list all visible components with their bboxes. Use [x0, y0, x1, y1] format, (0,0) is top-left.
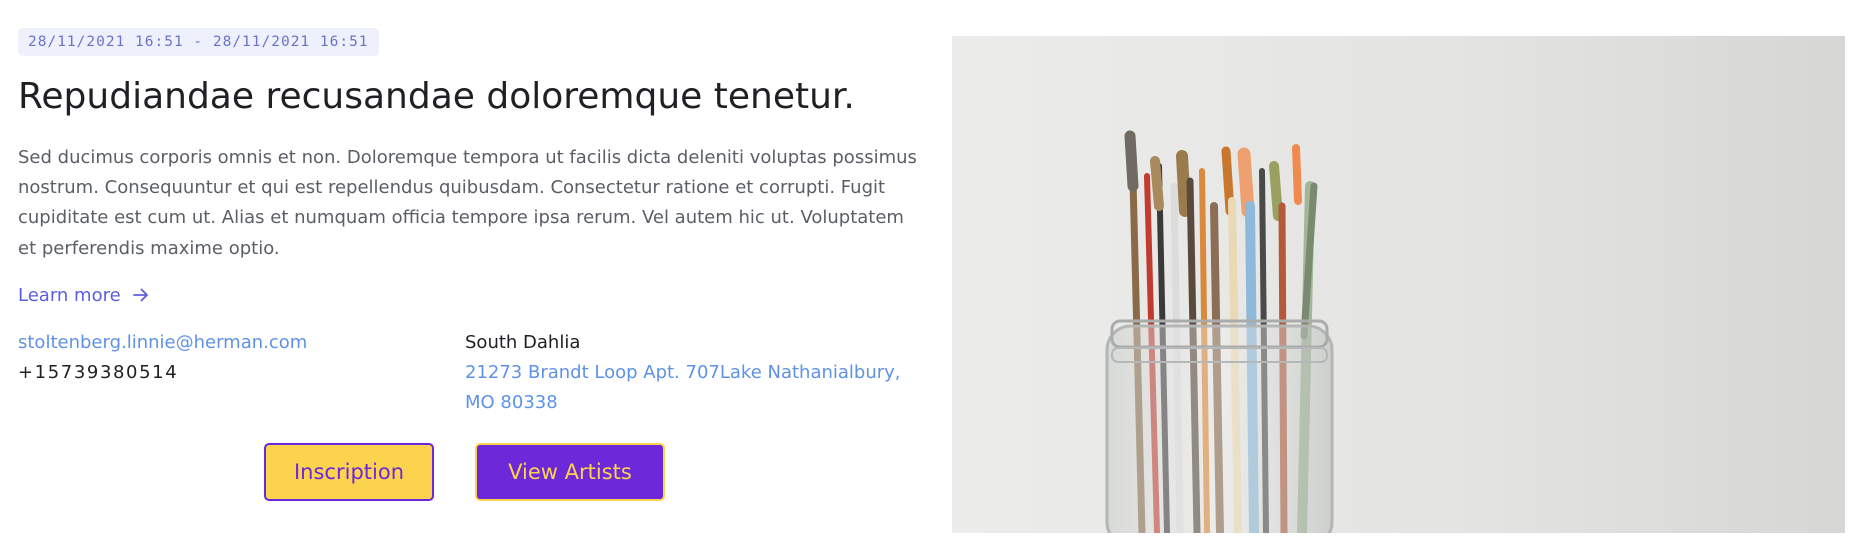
- address-block: South Dahlia 21273 Brandt Loop Apt. 707L…: [465, 328, 935, 418]
- date-range-badge: 28/11/2021 16:51 - 28/11/2021 16:51: [18, 28, 379, 56]
- event-details: 28/11/2021 16:51 - 28/11/2021 16:51 Repu…: [18, 28, 918, 418]
- learn-more-link[interactable]: Learn more: [18, 285, 149, 306]
- arrow-right-icon: [132, 288, 148, 302]
- event-title: Repudiandae recusandae doloremque tenetu…: [18, 76, 855, 117]
- event-card: 28/11/2021 16:51 - 28/11/2021 16:51 Repu…: [0, 0, 1858, 558]
- paint-brushes-jar-image: [1105, 130, 1334, 533]
- email-link[interactable]: stoltenberg.linnie@herman.com: [18, 328, 307, 358]
- learn-more-label: Learn more: [18, 284, 121, 306]
- city-name: South Dahlia: [465, 331, 581, 353]
- phone-number: +15739380514: [18, 361, 179, 383]
- street-address-link[interactable]: 21273 Brandt Loop Apt. 707Lake Nathanial…: [465, 358, 935, 418]
- event-image: [952, 36, 1845, 533]
- contact-block: stoltenberg.linnie@herman.com +157393805…: [18, 328, 918, 418]
- inscription-button[interactable]: Inscription: [264, 443, 434, 501]
- event-description: Sed ducimus corporis omnis et non. Dolor…: [18, 147, 917, 259]
- view-artists-button[interactable]: View Artists: [475, 443, 665, 501]
